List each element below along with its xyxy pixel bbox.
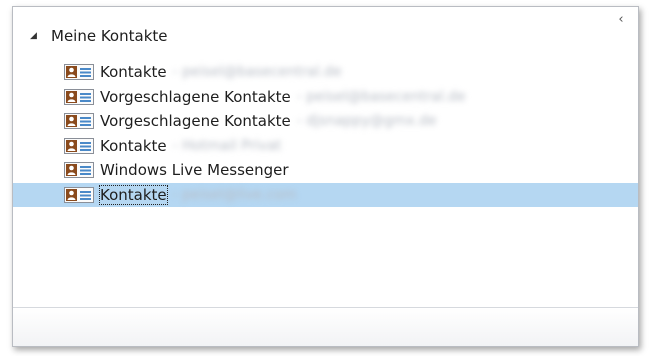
contact-folder-account: - Hotmail Privat bbox=[172, 137, 282, 154]
pane-bottom-area bbox=[13, 307, 638, 346]
contact-folder-item[interactable]: Vorgeschlagene Kontakte - peisel@basecen… bbox=[13, 85, 638, 109]
contact-folder-label: Kontakte bbox=[99, 184, 168, 205]
contact-card-icon bbox=[64, 186, 94, 203]
contact-folder-item-selected[interactable]: Kontakte - peisel@live.com bbox=[13, 182, 638, 207]
contact-card-icon bbox=[64, 64, 94, 80]
contact-folder-item[interactable]: Vorgeschlagene Kontakte - djsnappy@gmx.d… bbox=[13, 109, 638, 133]
contact-folder-account: - peisel@basecentral.de bbox=[172, 64, 342, 80]
contact-folder-label: Vorgeschlagene Kontakte bbox=[100, 87, 291, 106]
expand-triangle-icon[interactable]: ◢ bbox=[30, 31, 42, 41]
contact-folder-item[interactable]: Kontakte - peisel@basecentral.de bbox=[13, 60, 638, 84]
contact-card-icon bbox=[64, 113, 94, 130]
contact-folder-label: Windows Live Messenger bbox=[100, 161, 289, 180]
contact-folder-label: Vorgeschlagene Kontakte bbox=[100, 112, 291, 131]
group-label: Meine Kontakte bbox=[51, 27, 168, 45]
contact-folder-account: - peisel@basecentral.de bbox=[296, 88, 466, 105]
contacts-navigation-pane: ‹ ◢ Meine Kontakte Kontakte - peisel@bas… bbox=[12, 6, 639, 347]
contact-folder-item[interactable]: Kontakte - Hotmail Privat bbox=[13, 134, 638, 158]
contact-folder-label: Kontakte bbox=[100, 63, 167, 81]
contact-card-icon bbox=[64, 137, 94, 154]
collapse-pane-icon[interactable]: ‹ bbox=[614, 13, 628, 27]
contact-folder-item[interactable]: Windows Live Messenger bbox=[13, 158, 638, 182]
contact-folder-account: - peisel@live.com bbox=[172, 186, 297, 203]
contact-card-icon bbox=[64, 88, 94, 105]
contact-folder-account: - djsnappy@gmx.de bbox=[296, 113, 437, 130]
contact-folder-label: Kontakte bbox=[100, 136, 167, 155]
group-header-meine-kontakte[interactable]: ◢ Meine Kontakte bbox=[30, 25, 167, 47]
contact-folder-list: Kontakte - peisel@basecentral.de Vorgesc… bbox=[13, 60, 638, 208]
contact-card-icon bbox=[64, 162, 94, 179]
